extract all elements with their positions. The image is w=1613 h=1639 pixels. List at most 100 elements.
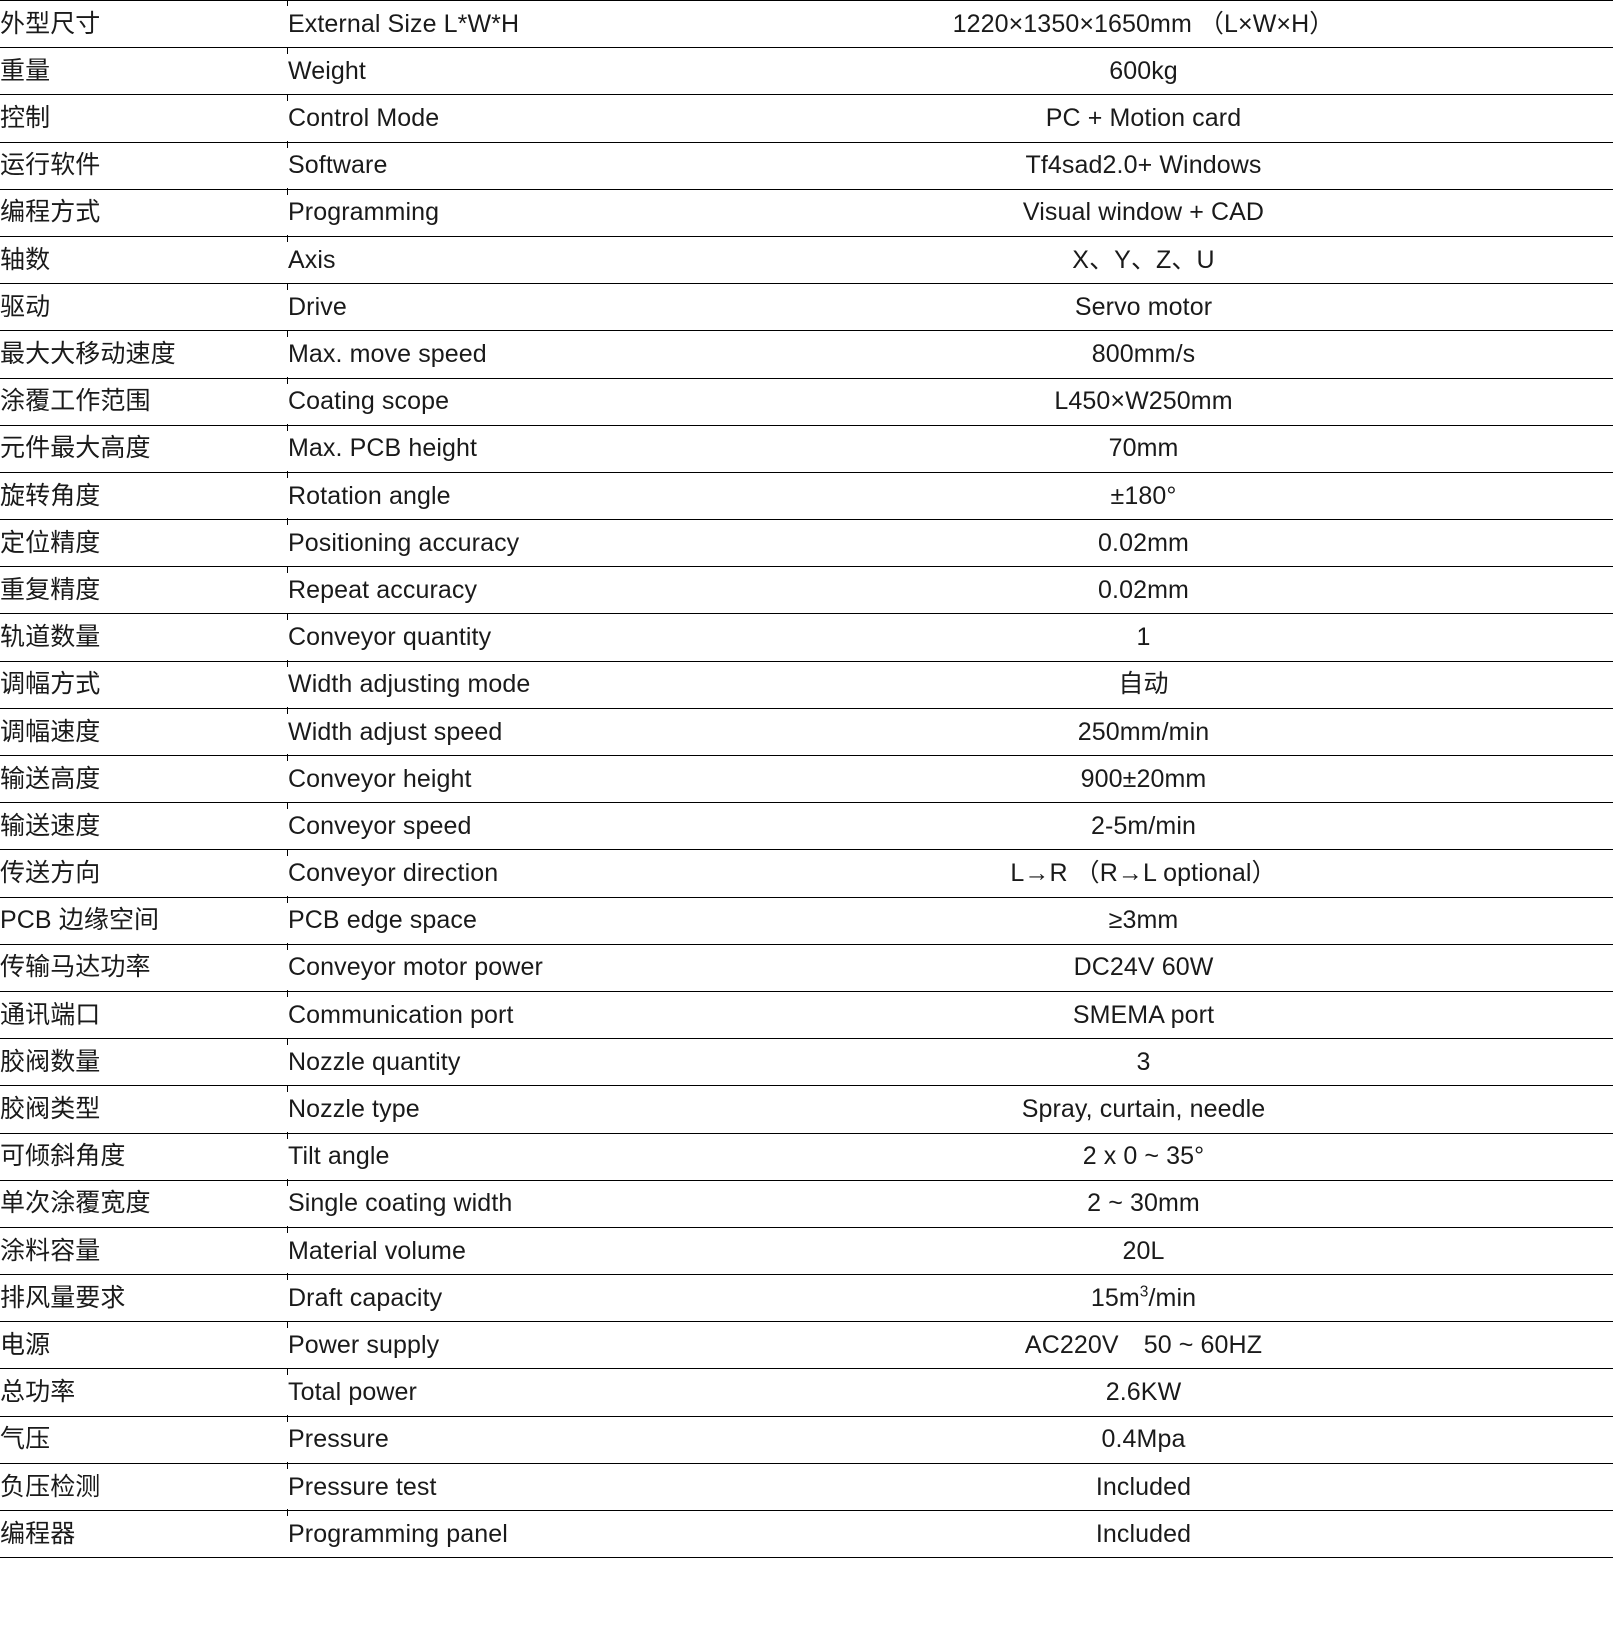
table-row: 总功率 Total power 2.6KW: [0, 1368, 1613, 1417]
spec-label-cn: 轨道数量: [0, 613, 288, 662]
spec-label-en: Power supply: [287, 1321, 674, 1369]
table-row: 涂料容量 Material volume 20L: [0, 1226, 1613, 1275]
spec-label-en: Conveyor height: [287, 754, 674, 803]
table-row: 胶阀类型 Nozzle type Spray, curtain, needle: [0, 1085, 1613, 1133]
spec-label-en: Conveyor direction: [287, 849, 674, 898]
table-row: 轴数 Axis X、Y、Z、U: [0, 235, 1613, 284]
spec-label-en: Conveyor speed: [287, 802, 674, 850]
spec-label-cn: 调幅方式: [0, 660, 288, 709]
spec-label-en: Width adjusting mode: [287, 660, 674, 709]
spec-label-cn: 胶阀数量: [0, 1038, 288, 1086]
spec-label-cn: 编程器: [0, 1509, 288, 1559]
spec-label-cn: 编程方式: [0, 188, 288, 237]
spec-label-en: Programming panel: [287, 1509, 674, 1559]
spec-value: ±180°: [674, 471, 1613, 520]
spec-value: 15m3/min: [674, 1274, 1613, 1322]
table-row: 负压检测 Pressure test Included: [0, 1462, 1613, 1511]
spec-value: L450×W250mm: [674, 377, 1613, 426]
spec-label-cn: 输送速度: [0, 802, 288, 850]
spec-label-cn: 定位精度: [0, 519, 288, 567]
spec-label-en: Positioning accuracy: [287, 518, 674, 567]
spec-label-en: Axis: [287, 235, 674, 284]
spec-value: PC + Motion card: [674, 94, 1613, 143]
table-row: PCB 边缘空间 PCB edge space ≥3mm: [0, 896, 1613, 945]
spec-label-en: Communication port: [287, 990, 674, 1039]
table-row: 传送方向 Conveyor direction L→R （R→L optional）: [0, 849, 1613, 898]
spec-label-en: Repeat accuracy: [287, 566, 674, 614]
spec-value: L→R （R→L optional）: [674, 849, 1613, 898]
spec-value: 3: [674, 1038, 1613, 1086]
table-row: 控制 Control Mode PC + Motion card: [0, 94, 1613, 143]
spec-value: Included: [674, 1509, 1613, 1559]
spec-value: 0.4Mpa: [674, 1415, 1613, 1464]
spec-label-cn: 负压检测: [0, 1462, 288, 1511]
spec-label-cn: PCB 边缘空间: [0, 896, 288, 945]
spec-label-cn: 电源: [0, 1321, 288, 1369]
spec-value: 250mm/min: [674, 707, 1613, 756]
spec-value: 2 ~ 30mm: [674, 1179, 1613, 1228]
spec-label-cn: 传输马达功率: [0, 943, 288, 992]
spec-value: AC220V 50 ~ 60HZ: [674, 1321, 1613, 1369]
spec-label-en: Max. move speed: [287, 330, 674, 378]
table-row: 胶阀数量 Nozzle quantity 3: [0, 1038, 1613, 1086]
spec-label-en: Drive: [287, 283, 674, 331]
spec-label-en: Software: [287, 141, 674, 190]
table-row: 输送高度 Conveyor height 900±20mm: [0, 754, 1613, 803]
table-row: 旋转角度 Rotation angle ±180°: [0, 471, 1613, 520]
spec-label-en: Conveyor quantity: [287, 613, 674, 662]
spec-label-cn: 重量: [0, 47, 288, 95]
table-row: 涂覆工作范围 Coating scope L450×W250mm: [0, 377, 1613, 426]
specifications-table-body: 外型尺寸 External Size L*W*H 1220×1350×1650mm …: [0, 0, 1613, 1559]
spec-label-cn: 轴数: [0, 235, 288, 284]
spec-label-en: Single coating width: [287, 1179, 674, 1228]
spec-label-cn: 胶阀类型: [0, 1085, 288, 1133]
spec-label-en: Weight: [287, 47, 674, 95]
spec-label-en: Nozzle quantity: [287, 1038, 674, 1086]
table-row: 编程方式 Programming Visual window + CAD: [0, 188, 1613, 237]
spec-label-cn: 传送方向: [0, 849, 288, 898]
table-row: 气压 Pressure 0.4Mpa: [0, 1415, 1613, 1464]
spec-label-cn: 外型尺寸: [0, 0, 288, 48]
spec-label-cn: 气压: [0, 1415, 288, 1464]
spec-label-cn: 总功率: [0, 1368, 288, 1417]
table-row: 运行软件 Software Tf4sad2.0+ Windows: [0, 141, 1613, 190]
spec-value: 0.02mm: [674, 519, 1613, 567]
spec-label-en: Pressure test: [287, 1462, 674, 1511]
spec-value: Spray, curtain, needle: [674, 1085, 1613, 1133]
spec-label-cn: 涂覆工作范围: [0, 377, 288, 426]
spec-label-en: Max. PCB height: [287, 424, 674, 473]
spec-label-cn: 旋转角度: [0, 471, 288, 520]
spec-label-cn: 元件最大高度: [0, 424, 288, 473]
table-row: 调幅方式 Width adjusting mode 自动: [0, 660, 1613, 709]
table-row: 重量 Weight 600kg: [0, 47, 1613, 95]
spec-value: ≥3mm: [674, 896, 1613, 945]
spec-value: 1: [674, 613, 1613, 662]
table-row: 最大大移动速度 Max. move speed 800mm/s: [0, 330, 1613, 378]
table-row: 外型尺寸 External Size L*W*H 1220×1350×1650mm …: [0, 0, 1613, 48]
spec-label-en: Draft capacity: [287, 1273, 674, 1322]
spec-value: 800mm/s: [674, 330, 1613, 378]
table-row: 调幅速度 Width adjust speed 250mm/min: [0, 707, 1613, 756]
spec-value: 600kg: [674, 47, 1613, 95]
table-row: 可倾斜角度 Tilt angle 2 x 0 ~ 35°: [0, 1132, 1613, 1181]
spec-value: 自动: [674, 660, 1613, 709]
table-row: 电源 Power supply AC220V 50 ~ 60HZ: [0, 1321, 1613, 1369]
spec-label-cn: 最大大移动速度: [0, 330, 288, 378]
table-row: 排风量要求 Draft capacity 15m3/min: [0, 1273, 1613, 1322]
table-row: 轨道数量 Conveyor quantity 1: [0, 613, 1613, 662]
spec-label-cn: 涂料容量: [0, 1226, 288, 1275]
spec-label-en: Conveyor motor power: [287, 943, 674, 992]
spec-value: 1220×1350×1650mm （L×W×H）: [674, 0, 1613, 48]
table-row: 单次涂覆宽度 Single coating width 2 ~ 30mm: [0, 1179, 1613, 1228]
spec-value: 900±20mm: [674, 754, 1613, 803]
spec-label-en: Tilt angle: [287, 1132, 674, 1181]
table-row: 通讯端口 Communication port SMEMA port: [0, 990, 1613, 1039]
spec-value: Servo motor: [674, 283, 1613, 331]
spec-value: X、Y、Z、U: [674, 235, 1613, 284]
spec-label-en: PCB edge space: [287, 896, 674, 945]
spec-value: 20L: [674, 1226, 1613, 1275]
spec-value: 2 x 0 ~ 35°: [674, 1132, 1613, 1181]
spec-label-cn: 排风量要求: [0, 1274, 288, 1322]
spec-label-cn: 控制: [0, 94, 288, 143]
spec-label-cn: 驱动: [0, 283, 288, 331]
